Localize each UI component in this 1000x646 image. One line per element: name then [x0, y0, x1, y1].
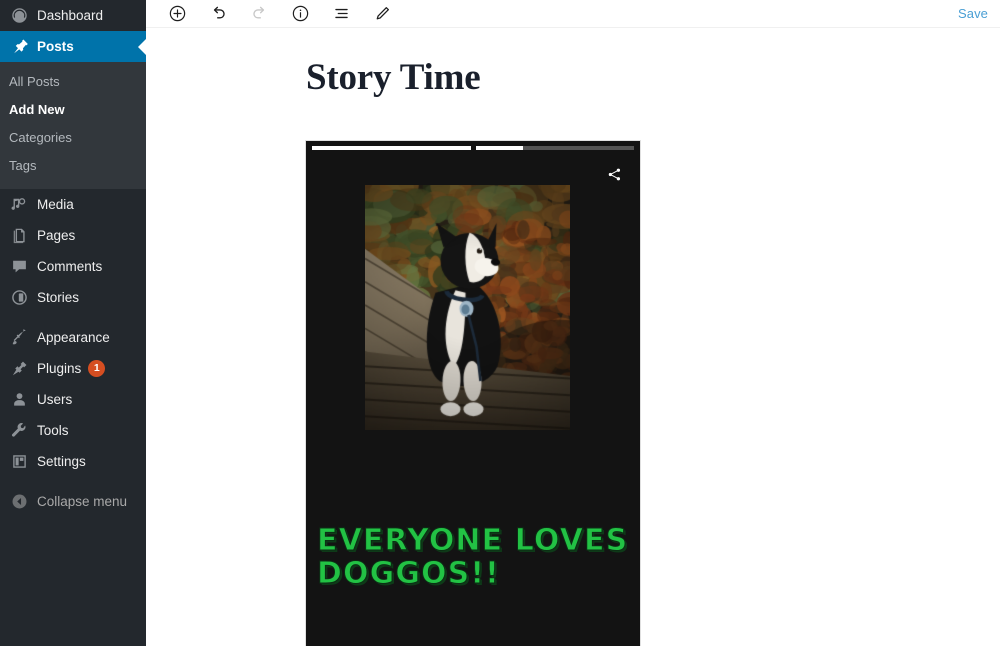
sidebar-item-comments[interactable]: Comments	[0, 251, 146, 282]
submenu-item-tags[interactable]: Tags	[0, 152, 146, 180]
edit-button[interactable]	[371, 3, 393, 25]
sidebar-item-label: Pages	[37, 227, 76, 243]
posts-submenu: All Posts Add New Categories Tags	[0, 62, 146, 189]
submenu-item-add-new[interactable]: Add New	[0, 96, 146, 124]
sidebar-item-appearance[interactable]: Appearance	[0, 322, 146, 353]
sidebar-item-label: Appearance	[37, 329, 110, 345]
page-title: Story Time	[306, 57, 481, 98]
story-page-frame[interactable]: EVERYONE LOVES DOGGOS!!	[306, 141, 640, 646]
sidebar-item-posts[interactable]: Posts	[0, 31, 146, 62]
plug-icon	[9, 359, 29, 379]
share-button[interactable]	[603, 163, 625, 185]
submenu-item-categories[interactable]: Categories	[0, 124, 146, 152]
story-canvas-wrapper: EVERYONE LOVES DOGGOS!!	[306, 141, 640, 646]
sidebar-item-collapse-menu[interactable]: Collapse menu	[0, 486, 146, 517]
wordpress-story-editor: Dashboard Posts All Posts Add New Catego…	[0, 0, 1000, 646]
info-icon	[291, 4, 310, 23]
settings-icon	[9, 452, 29, 472]
story-progress-bar	[312, 146, 634, 150]
sidebar-item-label: Settings	[37, 453, 86, 469]
comment-icon	[9, 257, 29, 277]
menu-divider	[0, 313, 146, 322]
progress-segment[interactable]	[475, 146, 634, 150]
save-button[interactable]: Save	[958, 6, 988, 21]
sidebar-item-label: Collapse menu	[37, 493, 128, 509]
progress-segment[interactable]	[312, 146, 471, 150]
undo-icon	[209, 4, 228, 23]
brush-icon	[9, 328, 29, 348]
story-headline-text[interactable]: EVERYONE LOVES DOGGOS!!	[317, 524, 639, 591]
wrench-icon	[9, 421, 29, 441]
toolbar-right-group: Save	[958, 6, 988, 21]
menu-divider-2	[0, 477, 146, 486]
progress-fill	[475, 146, 524, 150]
sidebar-item-users[interactable]: Users	[0, 384, 146, 415]
share-icon	[606, 166, 623, 183]
undo-button[interactable]	[207, 3, 229, 25]
plus-circle-icon	[168, 4, 187, 23]
info-button[interactable]	[289, 3, 311, 25]
submenu-item-all-posts[interactable]: All Posts	[0, 68, 146, 96]
sidebar-item-label: Plugins	[37, 360, 82, 376]
pencil-icon	[373, 4, 392, 23]
sidebar-item-label: Users	[37, 391, 73, 407]
story-image[interactable]	[365, 185, 570, 430]
redo-icon	[250, 4, 269, 23]
progress-fill	[312, 146, 471, 150]
media-icon	[9, 195, 29, 215]
list-view-button[interactable]	[330, 3, 352, 25]
plugins-update-badge: 1	[88, 360, 106, 377]
sidebar-item-label: Dashboard	[37, 7, 104, 23]
list-view-icon	[332, 4, 351, 23]
collapse-icon	[9, 492, 29, 512]
sidebar-item-label: Posts	[37, 38, 74, 54]
pages-icon	[9, 226, 29, 246]
sidebar-item-label: Stories	[37, 289, 80, 305]
admin-sidebar: Dashboard Posts All Posts Add New Catego…	[0, 0, 146, 646]
sidebar-item-dashboard[interactable]: Dashboard	[0, 0, 146, 31]
editor-main: Save Story Time EVERYONE LOVES DOGGOS!!	[146, 0, 1000, 646]
sidebar-item-plugins[interactable]: Plugins 1	[0, 353, 146, 384]
pin-icon	[9, 37, 29, 57]
stories-icon	[9, 288, 29, 308]
user-icon	[9, 390, 29, 410]
sidebar-item-pages[interactable]: Pages	[0, 220, 146, 251]
toolbar-left-group	[166, 3, 393, 25]
sidebar-item-label: Comments	[37, 258, 103, 274]
redo-button[interactable]	[248, 3, 270, 25]
add-block-button[interactable]	[166, 3, 188, 25]
sidebar-item-media[interactable]: Media	[0, 189, 146, 220]
sidebar-item-label: Media	[37, 196, 74, 212]
editor-toolbar: Save	[146, 0, 1000, 28]
dashboard-icon	[9, 6, 29, 26]
sidebar-item-tools[interactable]: Tools	[0, 415, 146, 446]
dog-photo-canvas	[365, 185, 570, 430]
sidebar-item-settings[interactable]: Settings	[0, 446, 146, 477]
sidebar-item-stories[interactable]: Stories	[0, 282, 146, 313]
sidebar-item-label: Tools	[37, 422, 69, 438]
